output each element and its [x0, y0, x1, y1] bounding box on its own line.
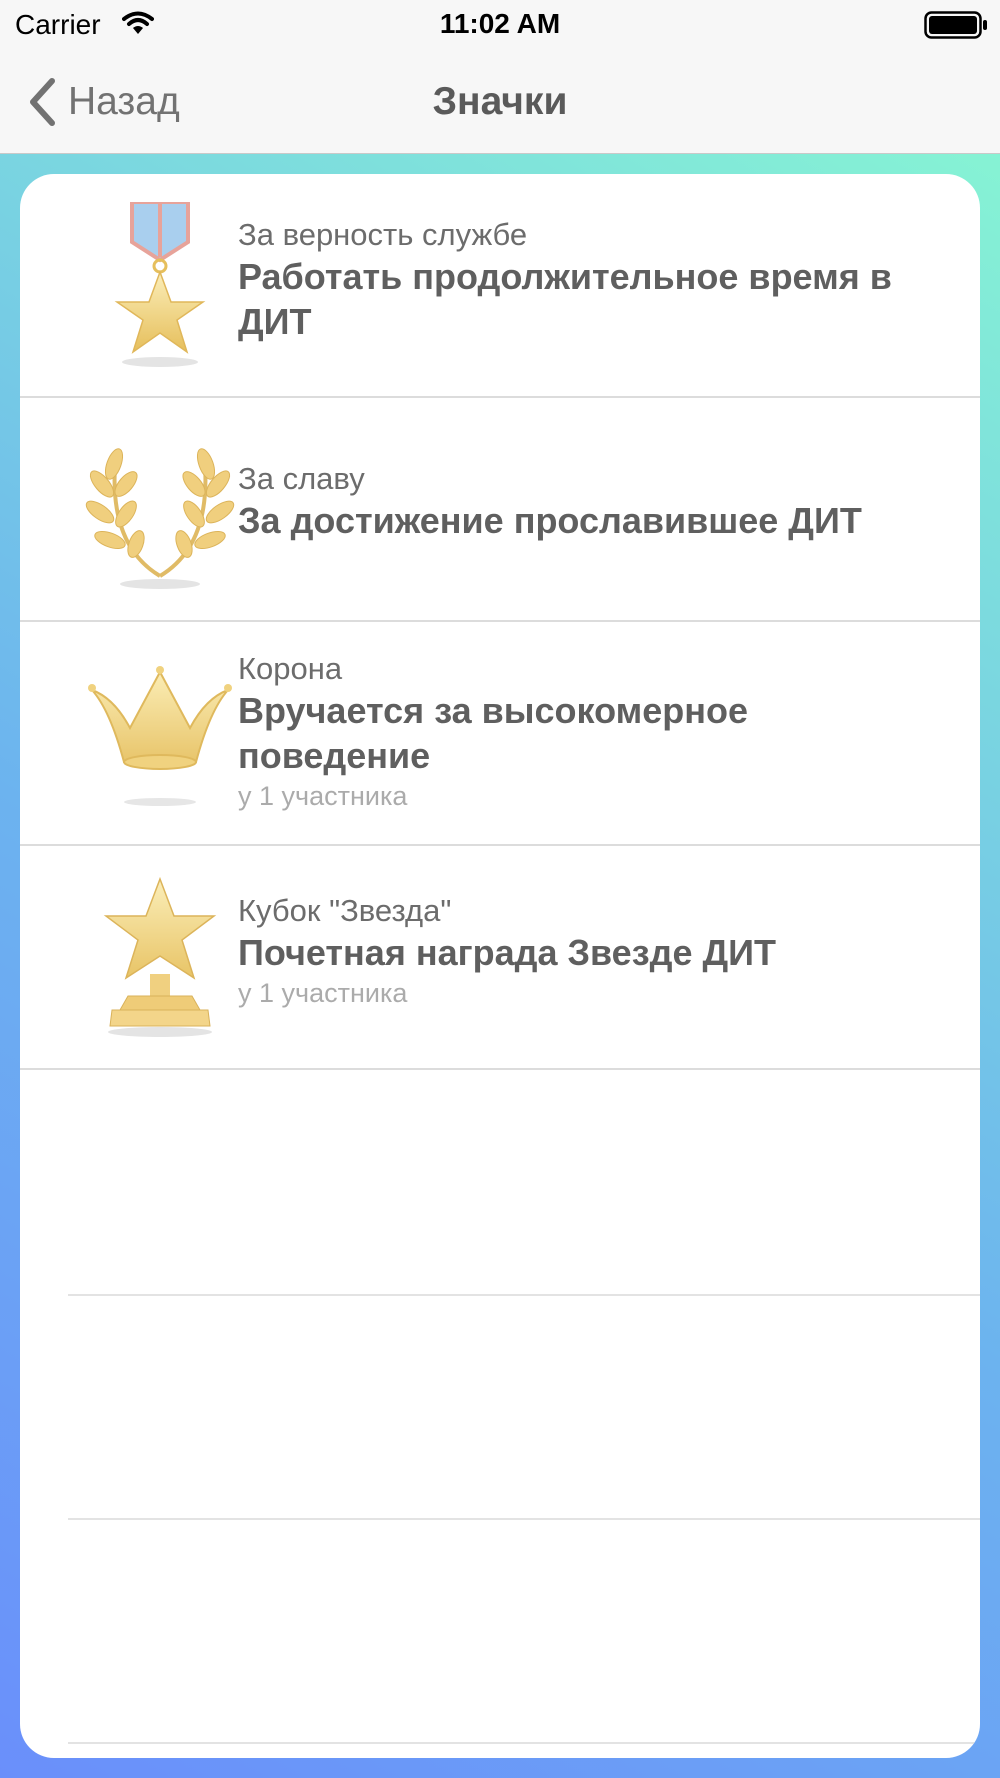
- navigation-bar: Назад Значки: [0, 50, 1000, 154]
- clock: 11:02 AM: [439, 8, 561, 39]
- badges-list: За верность службе Работать продолжитель…: [20, 174, 980, 1758]
- empty-row-divider: [68, 1518, 980, 1520]
- empty-row-divider: [68, 1742, 980, 1744]
- badge-description: Работать продолжительное время в ДИТ: [238, 256, 892, 342]
- badge-title: За верность службе: [238, 217, 528, 252]
- badge-recipient-count: у 1 участника: [238, 781, 408, 811]
- medal-star-icon: [114, 202, 206, 367]
- battery-icon: [924, 11, 987, 39]
- badge-description: Почетная награда Звезде ДИТ: [238, 932, 776, 973]
- page-title: Значки: [432, 80, 568, 123]
- crown-icon: [88, 666, 232, 806]
- star-trophy-icon: [103, 876, 217, 1037]
- laurel-wreath-icon: [85, 448, 235, 589]
- badge-row[interactable]: Корона Вручается за высокомерное поведен…: [20, 622, 980, 846]
- row-divider: [20, 1068, 980, 1070]
- badge-title: За славу: [238, 461, 365, 496]
- badge-description: За достижение прославившее ДИТ: [238, 500, 862, 541]
- badge-title: Корона: [238, 651, 343, 686]
- badge-title: Кубок "Звезда": [238, 893, 452, 928]
- badge-recipient-count: у 1 участника: [238, 978, 408, 1008]
- badge-row[interactable]: Кубок "Звезда" Почетная награда Звезде Д…: [20, 846, 980, 1070]
- badge-row[interactable]: За верность службе Работать продолжитель…: [20, 174, 980, 398]
- status-bar: Carrier 11:02 AM: [0, 0, 1000, 50]
- badge-row[interactable]: За славу За достижение прославившее ДИТ: [20, 398, 980, 622]
- badge-description: Вручается за высокомерное поведение: [238, 690, 748, 776]
- empty-row-divider: [68, 1294, 980, 1296]
